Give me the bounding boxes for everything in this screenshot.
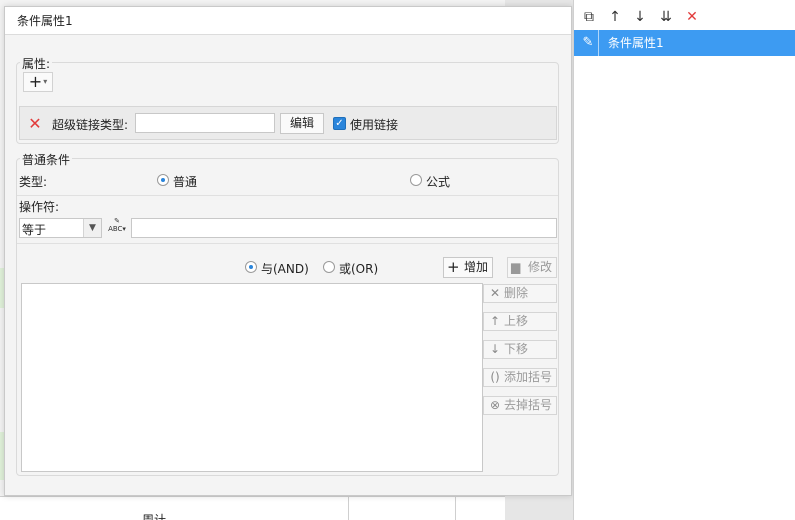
operator-value: 等于 <box>22 223 47 237</box>
dialog-title: 条件属性1 <box>5 7 571 35</box>
folder-icon: ▆ <box>511 260 521 274</box>
sheet-cell-text: 周计 <box>142 513 167 520</box>
move-bottom-icon[interactable]: ⇊ <box>657 8 675 26</box>
close-icon: ✕ <box>489 286 501 300</box>
copy-icon[interactable]: ⧉ <box>580 8 598 26</box>
type-formula-radio[interactable] <box>410 174 422 186</box>
type-formula-label: 公式 <box>426 175 451 189</box>
hyperlink-type-label: 超级链接类型: <box>52 118 129 132</box>
remove-hyperlink-icon[interactable]: ✕ <box>26 114 44 133</box>
divider <box>17 243 558 244</box>
bracket-icon: () <box>490 370 500 384</box>
operator-select[interactable]: 等于 ▼ <box>19 218 102 238</box>
hyperlink-type-input[interactable] <box>135 113 275 133</box>
add-property-button[interactable]: + ▾ <box>23 72 53 92</box>
use-link-label: 使用链接 <box>350 118 399 132</box>
arrow-down-icon: ↓ <box>489 342 501 356</box>
pencil-icon: ✎ <box>582 35 594 50</box>
sheet-row <box>0 496 505 520</box>
operand-input[interactable] <box>131 218 557 238</box>
arrow-up-icon[interactable]: ↑ <box>606 8 624 26</box>
add-condition-button[interactable]: + 增加 <box>443 257 493 278</box>
arrow-up-icon: ↑ <box>489 314 501 328</box>
logic-or-label: 或(OR) <box>339 262 379 276</box>
remove-bracket-icon: ⊗ <box>489 398 501 412</box>
edit-button[interactable]: 编辑 <box>280 113 324 134</box>
property-group-label: 属性: <box>20 55 53 72</box>
logic-and-label: 与(AND) <box>261 262 309 276</box>
abc-type-icon[interactable]: ✎ ABC▾ <box>106 217 128 239</box>
list-item-label: 条件属性1 <box>608 36 664 50</box>
use-link-checkbox[interactable]: ✓ <box>333 117 346 130</box>
type-normal-label: 普通 <box>173 175 198 189</box>
logic-and-radio[interactable] <box>245 261 257 273</box>
condition-list[interactable] <box>21 283 483 472</box>
move-up-button[interactable]: ↑ 上移 <box>483 312 557 331</box>
move-down-button[interactable]: ↓ 下移 <box>483 340 557 359</box>
add-bracket-button[interactable]: () 添加括号 <box>483 368 557 387</box>
logic-or-radio[interactable] <box>323 261 335 273</box>
list-item[interactable]: ✎ 条件属性1 <box>574 30 795 56</box>
condition-group-label: 普通条件 <box>20 151 73 168</box>
delete-icon[interactable]: ✕ <box>683 8 701 26</box>
panel-toolbar: ⧉ ↑ ↓ ⇊ ✕ <box>574 6 795 28</box>
plus-icon: + <box>28 72 43 91</box>
remove-bracket-button[interactable]: ⊗ 去掉括号 <box>483 396 557 415</box>
type-normal-radio[interactable] <box>157 174 169 186</box>
chevron-down-icon: ▼ <box>83 219 101 237</box>
type-label: 类型: <box>19 175 48 189</box>
operator-label: 操作符: <box>19 200 60 214</box>
condition-list-panel: ⧉ ↑ ↓ ⇊ ✕ ✎ 条件属性1 <box>573 0 795 520</box>
plus-icon: + <box>447 258 460 276</box>
arrow-down-icon[interactable]: ↓ <box>631 8 649 26</box>
chevron-down-icon: ▾ <box>43 77 48 86</box>
delete-button[interactable]: ✕ 删除 <box>483 284 557 303</box>
divider <box>17 195 558 196</box>
modify-condition-button[interactable]: ▆ 修改 <box>507 257 557 278</box>
